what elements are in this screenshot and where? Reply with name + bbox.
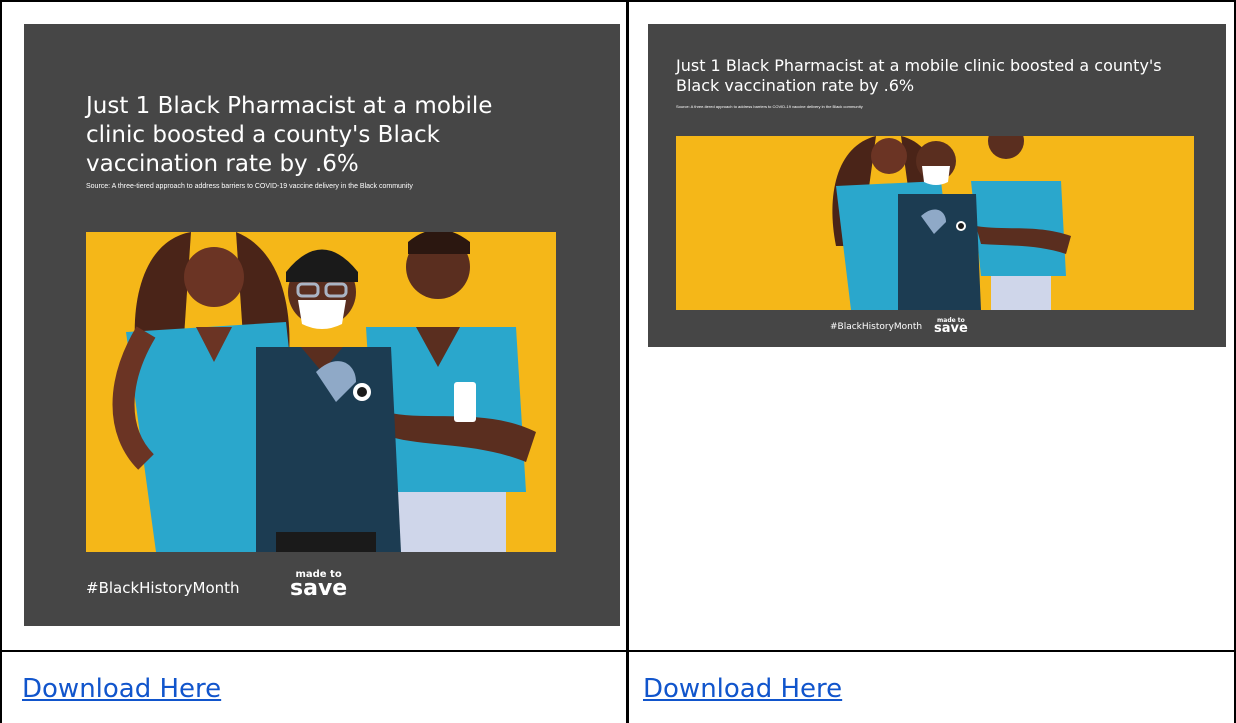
healthcare-workers-illustration (832, 136, 1071, 310)
healthcare-workers-illustration (112, 232, 536, 552)
table-border-left (0, 0, 2, 723)
table-border-middle (626, 0, 629, 723)
hashtag-label: #BlackHistoryMonth (86, 579, 240, 597)
table-border-top (0, 0, 1236, 2)
graphic-source: Source: A three-tiered approach to addre… (676, 104, 863, 109)
hashtag-label: #BlackHistoryMonth (830, 322, 923, 332)
download-link-large[interactable]: Download Here (22, 674, 221, 704)
illustration-panel (676, 136, 1194, 310)
graphic-card-large: Just 1 Black Pharmacist at a mobile clin… (24, 24, 620, 626)
made-to-save-logo: made to save (934, 317, 968, 337)
logo-bottom-text: save (290, 575, 348, 601)
illustration-panel (86, 232, 556, 552)
graphic-source: Source: A three-tiered approach to addre… (86, 183, 413, 190)
made-to-save-logo: made to save (290, 570, 348, 601)
graphic-title: Just 1 Black Pharmacist at a mobile clin… (676, 56, 1162, 95)
download-link-small[interactable]: Download Here (643, 674, 842, 704)
table-row-divider (0, 650, 1236, 652)
graphic-card-small: Just 1 Black Pharmacist at a mobile clin… (648, 24, 1226, 347)
graphic-title: Just 1 Black Pharmacist at a mobile clin… (86, 93, 493, 177)
logo-bottom-text: save (934, 321, 968, 337)
